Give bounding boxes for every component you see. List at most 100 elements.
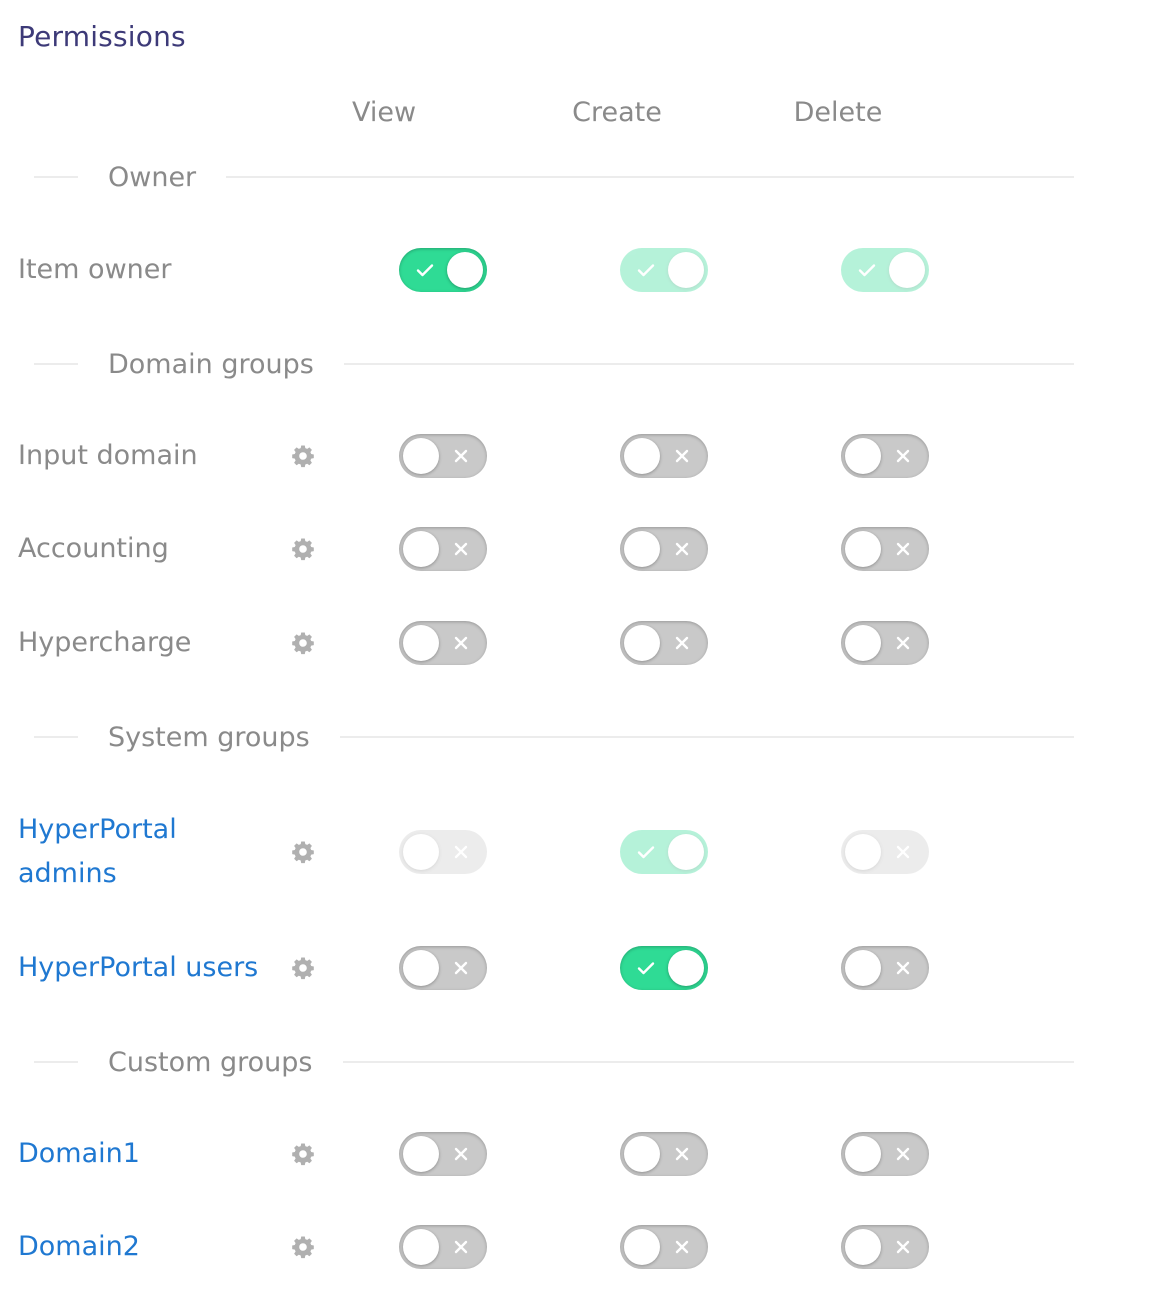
cross-icon: [892, 632, 914, 654]
section-custom-groups: Custom groups: [34, 1042, 1074, 1082]
toggle-knob: [845, 438, 881, 474]
section-owner: Owner: [34, 157, 1074, 197]
toggle-knob: [624, 531, 660, 567]
row-label-input-domain: Input domain: [18, 440, 198, 471]
toggle-knob: [403, 531, 439, 567]
divider-line: [34, 176, 78, 178]
row-link-line: admins: [18, 858, 117, 889]
toggle-knob: [624, 625, 660, 661]
check-icon: [856, 259, 878, 281]
toggle-delete[interactable]: [841, 946, 929, 990]
toggle-delete[interactable]: [841, 1225, 929, 1269]
divider-line: [339, 736, 1074, 738]
gear-icon[interactable]: [291, 631, 315, 655]
cross-icon: [671, 538, 693, 560]
divider-line: [342, 1061, 1074, 1063]
toggle-create[interactable]: [620, 1132, 708, 1176]
section-domain-groups: Domain groups: [34, 344, 1074, 384]
toggle-knob: [403, 1229, 439, 1265]
toggle-delete[interactable]: [841, 621, 929, 665]
row-link-hyperportal-admins[interactable]: HyperPortal admins: [18, 808, 177, 896]
toggle-view: [399, 830, 487, 874]
toggle-knob: [845, 950, 881, 986]
divider-line: [34, 363, 78, 365]
row-label-hypercharge: Hypercharge: [18, 627, 192, 658]
toggle-knob: [624, 1136, 660, 1172]
gear-icon[interactable]: [291, 537, 315, 561]
column-header-create: Create: [572, 97, 662, 128]
cross-icon: [671, 445, 693, 467]
toggle-view[interactable]: [399, 248, 487, 292]
toggle-view[interactable]: [399, 1225, 487, 1269]
toggle-knob: [403, 834, 439, 870]
column-header-view: View: [351, 97, 417, 128]
toggle-create[interactable]: [620, 434, 708, 478]
cross-icon: [892, 841, 914, 863]
row-link-domain1[interactable]: Domain1: [18, 1132, 140, 1176]
row-link-line: HyperPortal: [18, 814, 177, 845]
page-title: Permissions: [18, 20, 186, 53]
divider-line: [34, 736, 78, 738]
cross-icon: [892, 1143, 914, 1165]
check-icon: [635, 957, 657, 979]
toggle-view[interactable]: [399, 621, 487, 665]
row-label-item-owner: Item owner: [18, 254, 172, 285]
toggle-knob: [624, 438, 660, 474]
toggle-delete: [841, 830, 929, 874]
toggle-delete: [841, 248, 929, 292]
gear-icon[interactable]: [291, 444, 315, 468]
toggle-create[interactable]: [620, 527, 708, 571]
cross-icon: [671, 632, 693, 654]
toggle-knob: [624, 1229, 660, 1265]
cross-icon: [450, 1236, 472, 1258]
toggle-knob: [403, 950, 439, 986]
column-header-delete: Delete: [793, 97, 883, 128]
toggle-create[interactable]: [620, 621, 708, 665]
toggle-delete[interactable]: [841, 1132, 929, 1176]
toggle-view[interactable]: [399, 946, 487, 990]
check-icon: [635, 841, 657, 863]
cross-icon: [671, 1236, 693, 1258]
toggle-knob: [447, 252, 483, 288]
divider-line: [343, 363, 1074, 365]
divider-line: [226, 176, 1074, 178]
cross-icon: [892, 1236, 914, 1258]
cross-icon: [450, 538, 472, 560]
section-label: Owner: [108, 161, 197, 193]
toggle-knob: [889, 252, 925, 288]
divider-line: [34, 1061, 78, 1063]
toggle-create[interactable]: [620, 946, 708, 990]
gear-icon[interactable]: [291, 1235, 315, 1259]
row-label-accounting: Accounting: [18, 533, 169, 564]
toggle-delete[interactable]: [841, 434, 929, 478]
row-link-hyperportal-users[interactable]: HyperPortal users: [18, 946, 258, 990]
gear-icon[interactable]: [291, 1142, 315, 1166]
row-link-domain2[interactable]: Domain2: [18, 1225, 140, 1269]
toggle-knob: [668, 834, 704, 870]
cross-icon: [450, 632, 472, 654]
toggle-knob: [403, 438, 439, 474]
cross-icon: [450, 1143, 472, 1165]
gear-icon[interactable]: [291, 956, 315, 980]
toggle-view[interactable]: [399, 434, 487, 478]
gear-icon[interactable]: [291, 840, 315, 864]
toggle-delete[interactable]: [841, 527, 929, 571]
toggle-knob: [845, 1136, 881, 1172]
cross-icon: [450, 445, 472, 467]
toggle-create: [620, 248, 708, 292]
toggle-knob: [845, 834, 881, 870]
toggle-knob: [845, 1229, 881, 1265]
toggle-create[interactable]: [620, 1225, 708, 1269]
toggle-knob: [403, 1136, 439, 1172]
section-label: Custom groups: [108, 1046, 313, 1078]
toggle-view[interactable]: [399, 527, 487, 571]
cross-icon: [892, 445, 914, 467]
cross-icon: [892, 957, 914, 979]
toggle-knob: [668, 950, 704, 986]
section-label: Domain groups: [108, 348, 314, 380]
toggle-create: [620, 830, 708, 874]
cross-icon: [892, 538, 914, 560]
cross-icon: [671, 1143, 693, 1165]
toggle-view[interactable]: [399, 1132, 487, 1176]
section-label: System groups: [108, 721, 310, 753]
